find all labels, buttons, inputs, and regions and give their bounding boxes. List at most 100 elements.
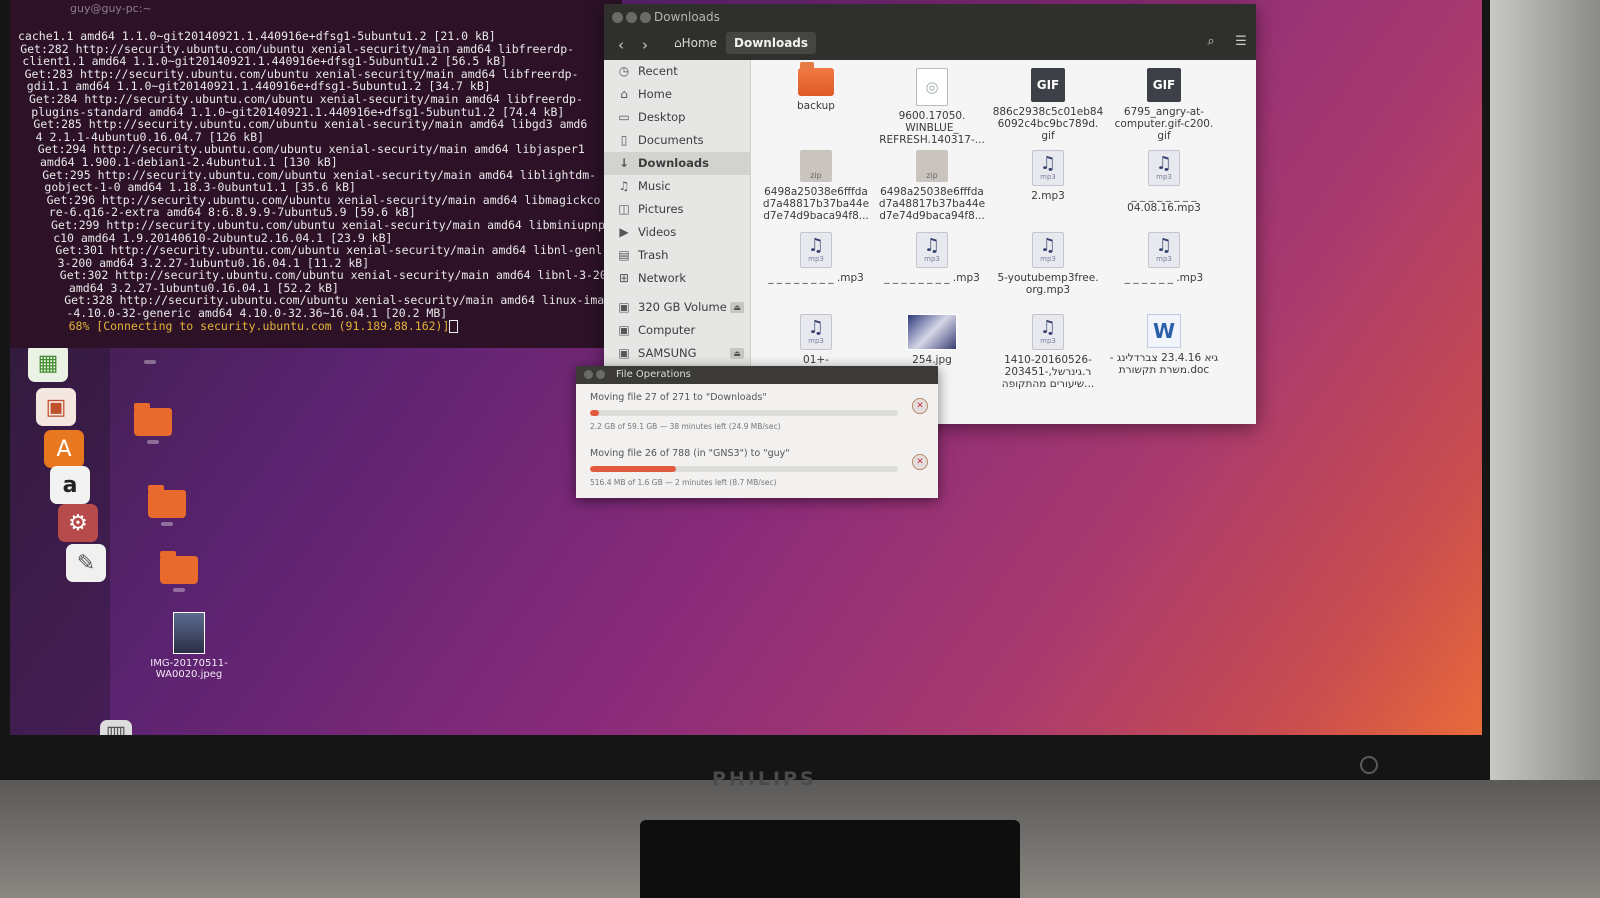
list-view-icon[interactable]: ☰	[1232, 34, 1250, 49]
file-item[interactable]: ♫ mp3 _ _ _ _ _ _ .mp3	[1108, 232, 1220, 284]
breadcrumb-current[interactable]: Downloads	[726, 32, 817, 54]
file-item[interactable]: ♫ mp3 2.mp3	[992, 150, 1104, 202]
progress-bar	[590, 410, 898, 416]
word-document-icon: W	[1147, 314, 1181, 348]
file-item[interactable]: W גיא 23.4.16 צברדלינג - משרת תקשורת.doc	[1108, 314, 1220, 376]
file-item[interactable]: ♫ mp3 1410-20160526- 203451-ר.גינרשל, שיעו…	[992, 314, 1104, 390]
file-manager-window[interactable]: Downloads ‹ › ⌂Home Downloads ⌕ ☰ ◷ Recen…	[604, 4, 1256, 424]
eject-icon[interactable]: ⏏	[730, 348, 744, 359]
desktop-folder[interactable]	[134, 551, 224, 595]
pictures-icon: ◫	[618, 202, 630, 216]
file-item[interactable]: zip 6498a25038e6fffda d7a48817b37ba44e d7…	[760, 150, 872, 222]
audio-file-icon: ♫ mp3	[800, 314, 832, 350]
folder-icon	[134, 403, 172, 436]
file-item[interactable]: ♫ mp3 _ _ _ _ _ _ _ _ .mp3	[876, 232, 988, 284]
file-item[interactable]: ◎ 9600.17050. WINBLUE_ REFRESH.140317-...	[876, 68, 988, 146]
sidebar-item-downloads[interactable]: ↓ Downloads	[604, 152, 750, 175]
music-icon: ♫	[618, 179, 630, 193]
file-item[interactable]: 254.jpg	[876, 314, 988, 366]
eject-icon[interactable]: ⏏	[730, 302, 744, 313]
terminal-window[interactable]: guy@guy-pc:~ cache1.1 amd64 1.1.0~git201…	[10, 0, 622, 348]
desktop-image-file[interactable]: IMG-20170511- WA0020.jpeg	[144, 612, 234, 680]
audio-file-icon: ♫ mp3	[1148, 150, 1180, 186]
maximize-icon[interactable]	[640, 12, 651, 23]
cancel-icon[interactable]: ✕	[912, 398, 928, 414]
sidebar-item-label: SAMSUNG	[638, 346, 697, 360]
videos-icon: ▶	[619, 225, 629, 239]
file-name: 5-youtubemp3free. org.mp3	[997, 272, 1099, 296]
sidebar-item-pictures[interactable]: ◫ Pictures	[604, 198, 750, 221]
file-item[interactable]: GIF 6795_angry-at- computer.gif-c200. gif	[1108, 68, 1220, 142]
minimize-icon[interactable]	[626, 12, 637, 23]
image-icon	[907, 314, 957, 350]
sidebar-item-network[interactable]: ⊞ Network	[604, 267, 750, 290]
file-item[interactable]: ♫ mp3 _ _ _ _ _ _ _ _ 04.08.16.mp3	[1108, 150, 1220, 214]
close-icon[interactable]	[612, 12, 623, 23]
progress-bar	[590, 466, 898, 472]
file-item[interactable]: zip 6498a25038e6fffda d7a48817b37ba44e d7…	[876, 150, 988, 222]
sidebar-item-home[interactable]: ⌂ Home	[604, 83, 750, 106]
file-name: 6795_angry-at- computer.gif-c200. gif	[1114, 106, 1214, 142]
file-name: 886c2938c5c01eb84 6092c4bc9bc789d. gif	[992, 106, 1104, 142]
file-name: 6498a25038e6fffda d7a48817b37ba44e d7e74…	[762, 186, 870, 222]
folder-icon	[148, 485, 186, 518]
back-button[interactable]: ‹	[618, 36, 636, 54]
trash-icon: ▤	[618, 248, 630, 262]
file-name: _ _ _ _ _ _ _ _ 04.08.16.mp3	[1127, 190, 1201, 214]
image-icon	[173, 612, 205, 654]
calc-icon[interactable]: ▦	[28, 344, 68, 382]
sidebar-item-label: Home	[638, 87, 672, 101]
file-item[interactable]: ♫ mp3 5-youtubemp3free. org.mp3	[992, 232, 1104, 296]
titlebar: Downloads ‹ › ⌂Home Downloads ⌕ ☰	[604, 4, 1256, 60]
impress-icon[interactable]: ▣	[36, 388, 76, 426]
sidebar-item-label: Downloads	[638, 156, 709, 170]
screen: ◉ ▤ ▦ ▣ A a ⚙ ✎ ▥ IMG-20170511- WA0020.j…	[10, 0, 1482, 735]
desktop-folder[interactable]	[122, 485, 212, 529]
dialog-title: File Operations	[616, 369, 691, 380]
home-icon: ⌂	[674, 36, 682, 50]
file-item[interactable]: backup	[760, 62, 872, 112]
sidebar-item-samsung[interactable]: ▣ SAMSUNG ⏏	[604, 342, 750, 365]
sidebar-item-computer[interactable]: ▣ Computer	[604, 319, 750, 342]
file-name: 9600.17050. WINBLUE_ REFRESH.140317-...	[879, 110, 985, 146]
sidebar-item-videos[interactable]: ▶ Videos	[604, 221, 750, 244]
search-icon[interactable]: ⌕	[1202, 34, 1220, 49]
sidebar-item-label: Desktop	[638, 110, 686, 124]
sidebar-item-320-gb-volume[interactable]: ▣ 320 GB Volume ⏏	[604, 296, 750, 319]
gif-icon: GIF	[1147, 68, 1181, 102]
sidebar-item-documents[interactable]: ▯ Documents	[604, 129, 750, 152]
trash-icon[interactable]: ▥	[100, 720, 132, 735]
settings-icon[interactable]: ⚙	[58, 504, 98, 542]
desktop-label	[147, 440, 159, 444]
sidebar-item-music[interactable]: ♫ Music	[604, 175, 750, 198]
sidebar-item-label: Trash	[638, 248, 669, 262]
operation-row: Moving file 26 of 788 (in "GNS3") to "gu…	[576, 440, 938, 496]
cancel-icon[interactable]: ✕	[912, 454, 928, 470]
minimize-icon[interactable]	[596, 370, 605, 379]
forward-button[interactable]: ›	[642, 36, 660, 54]
sidebar-item-recent[interactable]: ◷ Recent	[604, 60, 750, 83]
terminal-output[interactable]: cache1.1 amd64 1.1.0~git20140921.1.44091…	[10, 18, 622, 333]
file-item[interactable]: ♫ mp3 _ _ _ _ _ _ _ _ .mp3	[760, 232, 872, 284]
text-editor-icon[interactable]: ✎	[66, 544, 106, 582]
terminal-line: Get:285 http://security.ubuntu.com/ubunt…	[33, 117, 588, 132]
sidebar-item-trash[interactable]: ▤ Trash	[604, 244, 750, 267]
file-item[interactable]: GIF 886c2938c5c01eb84 6092c4bc9bc789d. gi…	[992, 68, 1104, 142]
titlebar: File Operations	[576, 366, 938, 384]
terminal-line: gobject-1-0 amd64 1.18.3-0ubuntu1.1 [35.…	[44, 180, 356, 195]
breadcrumb-home[interactable]: ⌂Home	[674, 36, 717, 50]
sidebar-item-label: Network	[638, 271, 687, 285]
desktop-folder[interactable]	[108, 403, 198, 447]
document-icon: ◎	[916, 68, 948, 106]
sidebar-item-label: Computer	[638, 323, 696, 337]
software-center-icon[interactable]: A	[44, 430, 84, 468]
terminal-line: amd64 1.900.1-debian1-2.4ubuntu1.1 [130 …	[40, 154, 338, 169]
desktop-folder[interactable]	[105, 356, 195, 367]
amazon-icon[interactable]: a	[50, 466, 90, 504]
sidebar-item-desktop[interactable]: ▭ Desktop	[604, 106, 750, 129]
window-title: Downloads	[654, 10, 720, 24]
desktop-label	[173, 588, 185, 592]
power-button[interactable]	[1360, 756, 1378, 774]
file-operations-dialog[interactable]: File Operations Moving file 27 of 271 to…	[576, 366, 938, 498]
close-icon[interactable]	[584, 370, 593, 379]
